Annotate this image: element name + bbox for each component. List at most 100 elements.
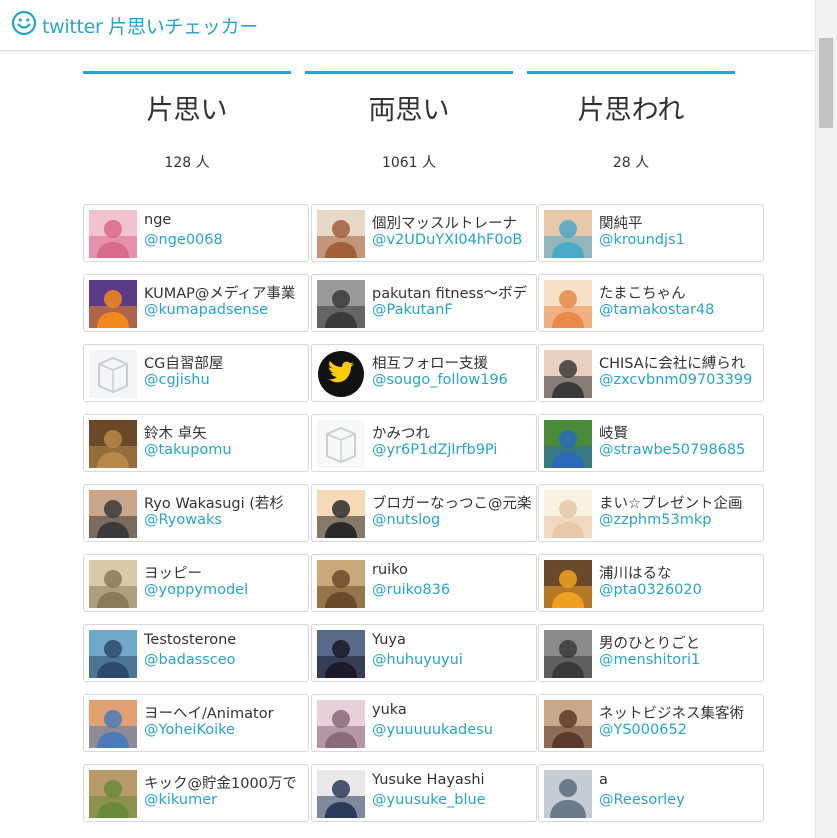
user-avatar[interactable] — [544, 280, 592, 328]
column-title: 片思われ — [577, 95, 685, 126]
user-card[interactable]: 鈴木 卓矢 @takupomu — [83, 414, 309, 472]
user-avatar[interactable] — [544, 420, 592, 468]
user-handle-link[interactable]: @Ryowaks — [144, 512, 306, 528]
user-card[interactable]: nge @nge0068 — [83, 204, 309, 262]
user-card[interactable]: ruiko @ruiko836 — [311, 554, 537, 612]
user-card[interactable]: まい☆プレゼント企画 @zzphm53mkp — [538, 484, 764, 542]
user-card[interactable]: Yusuke Hayashi @yuusuke_blue — [311, 764, 537, 822]
user-handle-link[interactable]: @PakutanF — [372, 302, 534, 318]
user-card[interactable]: 岐賢 @strawbe50798685 — [538, 414, 764, 472]
user-handle-link[interactable]: @zzphm53mkp — [599, 512, 761, 528]
user-handle-link[interactable]: @Reesorley — [599, 792, 761, 808]
user-card[interactable]: ヨッピー @yoppymodel — [83, 554, 309, 612]
user-avatar[interactable] — [317, 560, 365, 608]
user-avatar[interactable] — [317, 770, 365, 818]
user-avatar[interactable] — [89, 630, 137, 678]
user-card[interactable]: 個別マッスルトレーナ @v2UDuYXI04hF0oB — [311, 204, 537, 262]
user-handle-link[interactable]: @tamakostar48 — [599, 302, 761, 318]
user-avatar[interactable] — [317, 280, 365, 328]
user-handle-link[interactable]: @yoppymodel — [144, 582, 306, 598]
user-card[interactable]: pakutan fitness～ボデ @PakutanF — [311, 274, 537, 332]
user-avatar[interactable] — [544, 490, 592, 538]
user-card[interactable]: a @Reesorley — [538, 764, 764, 822]
user-display-name: かみつれ — [372, 426, 430, 442]
user-avatar[interactable] — [544, 770, 592, 818]
user-avatar[interactable] — [317, 490, 365, 538]
user-handle-link[interactable]: @YoheiKoike — [144, 722, 306, 738]
user-avatar[interactable] — [89, 770, 137, 818]
brand-link[interactable]: twitter 片思いチェッカー — [11, 10, 258, 40]
user-avatar[interactable] — [317, 630, 365, 678]
user-handle-link[interactable]: @strawbe50798685 — [599, 442, 761, 458]
user-handle-link[interactable]: @huhuyuyui — [372, 652, 534, 668]
user-display-name: 浦川はるな — [599, 566, 672, 582]
user-handle-link[interactable]: @takupomu — [144, 442, 306, 458]
user-avatar[interactable] — [544, 630, 592, 678]
user-card[interactable]: Ryo Wakasugi (若杉 @Ryowaks — [83, 484, 309, 542]
user-card[interactable]: 浦川はるな @pta0326020 — [538, 554, 764, 612]
user-handle-link[interactable]: @cgjishu — [144, 372, 306, 388]
user-card[interactable]: KUMAP@メディア事業 @kumapadsense — [83, 274, 309, 332]
user-card[interactable]: CG自習部屋 @cgjishu — [83, 344, 309, 402]
user-avatar[interactable] — [317, 210, 365, 258]
user-handle-link[interactable]: @zxcvbnm09703399 — [599, 372, 761, 388]
user-avatar[interactable] — [544, 210, 592, 258]
smiley-icon — [11, 10, 37, 40]
user-display-name: 個別マッスルトレーナ — [372, 216, 517, 232]
user-handle-link[interactable]: @pta0326020 — [599, 582, 761, 598]
user-avatar[interactable] — [89, 560, 137, 608]
user-display-name: a — [599, 772, 608, 788]
user-handle-link[interactable]: @ruiko836 — [372, 582, 534, 598]
app-title: twitter 片思いチェッカー — [42, 15, 258, 38]
user-handle-link[interactable]: @nutslog — [372, 512, 534, 528]
user-card[interactable]: CHISAに会社に縛られ @zxcvbnm09703399 — [538, 344, 764, 402]
scrollbar-thumb[interactable] — [819, 38, 833, 128]
column-accent-bar — [83, 71, 291, 74]
app-header: twitter 片思いチェッカー — [0, 0, 815, 51]
user-handle-link[interactable]: @v2UDuYXI04hF0oB — [372, 232, 534, 248]
user-avatar[interactable] — [89, 420, 137, 468]
user-handle-link[interactable]: @kumapadsense — [144, 302, 306, 318]
user-handle-link[interactable]: @badassceo — [144, 652, 306, 668]
user-handle-link[interactable]: @YS000652 — [599, 722, 761, 738]
user-card[interactable]: キック@貯金1000万で @kikumer — [83, 764, 309, 822]
user-avatar[interactable] — [317, 350, 365, 398]
user-avatar[interactable] — [317, 420, 365, 468]
user-display-name: Ryo Wakasugi (若杉 — [144, 496, 284, 512]
user-avatar[interactable] — [317, 700, 365, 748]
user-handle-link[interactable]: @sougo_follow196 — [372, 372, 534, 388]
user-card[interactable]: ヨーヘイ/Animator @YoheiKoike — [83, 694, 309, 752]
user-card[interactable]: 相互フォロー支援 @sougo_follow196 — [311, 344, 537, 402]
vertical-scrollbar[interactable] — [815, 0, 837, 838]
user-handle-link[interactable]: @yuusuke_blue — [372, 792, 534, 808]
user-display-name: 岐賢 — [599, 426, 628, 442]
user-card[interactable]: ブロガーなっつこ@元楽 @nutslog — [311, 484, 537, 542]
user-handle-link[interactable]: @menshitori1 — [599, 652, 761, 668]
user-card[interactable]: 男のひとりごと @menshitori1 — [538, 624, 764, 682]
user-card[interactable]: yuka @yuuuuukadesu — [311, 694, 537, 752]
user-card[interactable]: 関純平 @kroundjs1 — [538, 204, 764, 262]
user-avatar[interactable] — [89, 490, 137, 538]
user-avatar[interactable] — [544, 700, 592, 748]
user-display-name: 男のひとりごと — [599, 636, 701, 652]
user-card[interactable]: かみつれ @yr6P1dZjlrfb9Pi — [311, 414, 537, 472]
user-handle-link[interactable]: @nge0068 — [144, 232, 306, 248]
user-display-name: ruiko — [372, 562, 408, 578]
user-display-name: 鈴木 卓矢 — [144, 426, 207, 442]
user-card[interactable]: Yuya @huhuyuyui — [311, 624, 537, 682]
user-card[interactable]: たまこちゃん @tamakostar48 — [538, 274, 764, 332]
user-avatar[interactable] — [89, 210, 137, 258]
user-display-name: Yusuke Hayashi — [372, 772, 485, 788]
user-avatar[interactable] — [89, 280, 137, 328]
user-avatar[interactable] — [89, 350, 137, 398]
user-handle-link[interactable]: @yuuuuukadesu — [372, 722, 534, 738]
user-card[interactable]: Testosterone @badassceo — [83, 624, 309, 682]
user-avatar[interactable] — [89, 700, 137, 748]
user-card[interactable]: ネットビジネス集客術 @YS000652 — [538, 694, 764, 752]
user-handle-link[interactable]: @yr6P1dZjlrfb9Pi — [372, 442, 534, 458]
user-handle-link[interactable]: @kikumer — [144, 792, 306, 808]
user-handle-link[interactable]: @kroundjs1 — [599, 232, 761, 248]
user-avatar[interactable] — [544, 350, 592, 398]
column-header-unrequited: 片思い 128 人 — [83, 71, 291, 172]
user-avatar[interactable] — [544, 560, 592, 608]
